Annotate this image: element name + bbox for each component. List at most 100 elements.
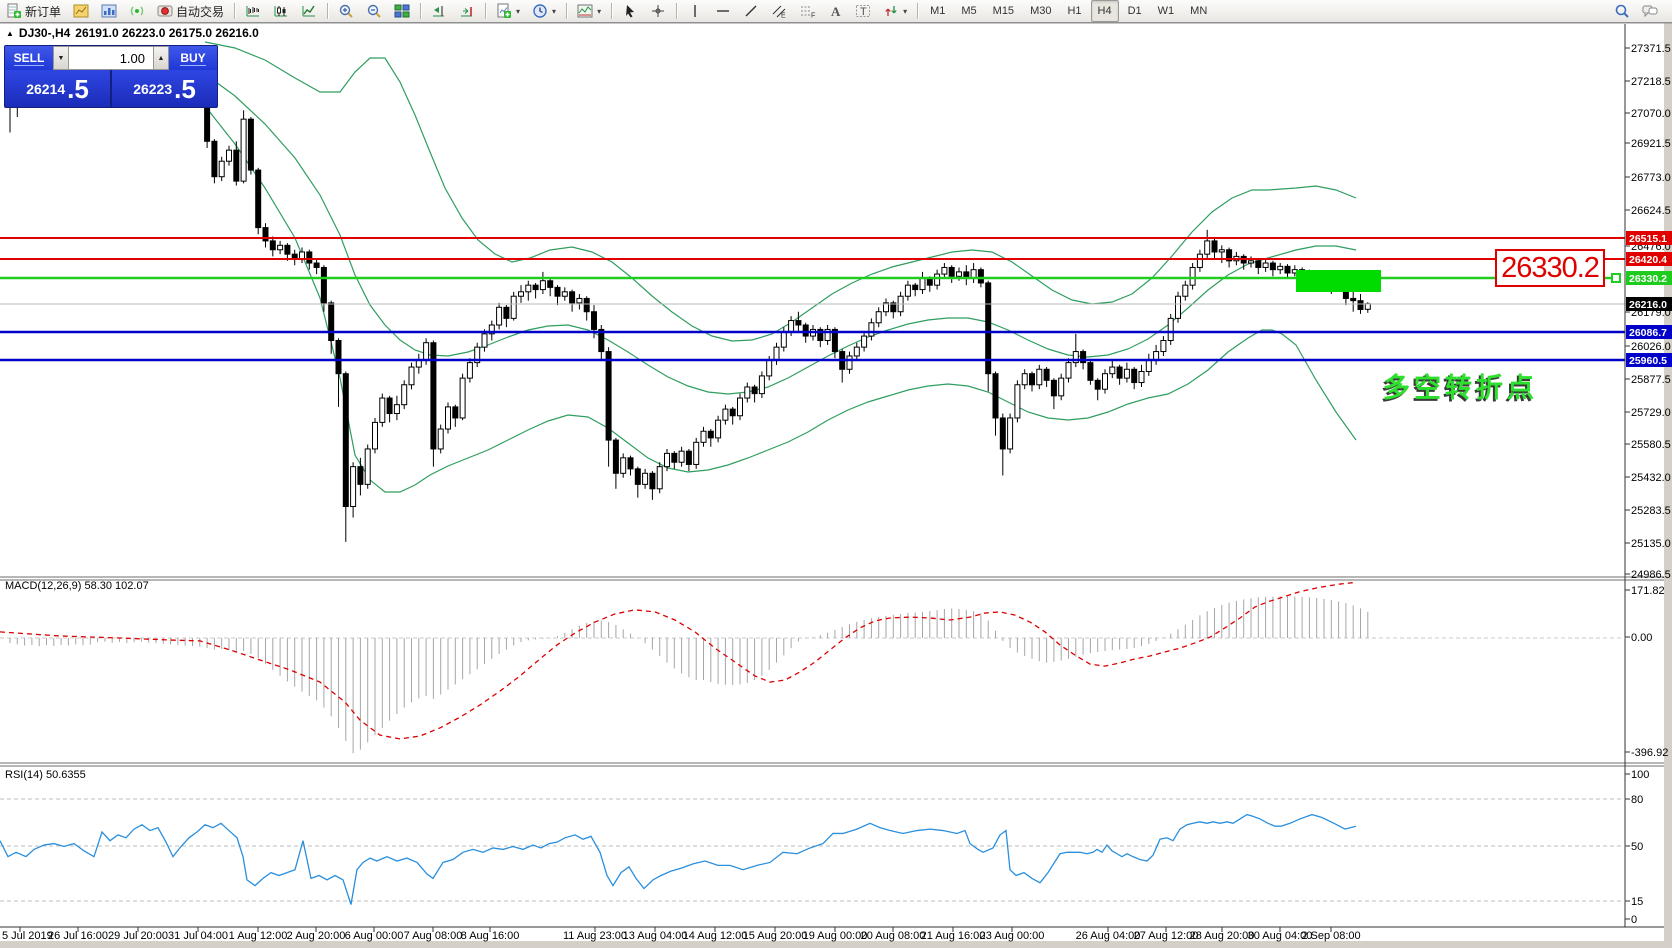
trendline-button[interactable] xyxy=(738,0,764,22)
toolbar-separator xyxy=(917,3,919,19)
zoom-out-icon xyxy=(367,4,381,18)
toolbar-separator xyxy=(420,3,422,19)
price-tag-label: 26086.7 xyxy=(1629,327,1667,339)
trendline-icon xyxy=(745,5,757,17)
price-axis-label: 25877.5 xyxy=(1631,374,1671,386)
rsi-axis-label: 100 xyxy=(1631,769,1649,781)
template-icon xyxy=(577,4,593,18)
timeframe-button-h4[interactable]: H4 xyxy=(1090,0,1119,22)
time-axis-label: 31 Jul 04:00 xyxy=(168,930,228,942)
new-chart-icon xyxy=(497,3,512,18)
market-watch-button[interactable] xyxy=(124,0,150,22)
turning-point-annotation[interactable]: 多空转折点 xyxy=(1383,366,1538,405)
text-button[interactable]: A xyxy=(822,0,848,22)
buy-button[interactable]: BUY xyxy=(169,46,217,70)
time-axis-label: 28 Aug 20:00 xyxy=(1190,930,1255,942)
time-axis-label: 14 Aug 12:00 xyxy=(683,930,748,942)
tile-windows-button[interactable] xyxy=(389,0,415,22)
time-axis-label: 7 Aug 08:00 xyxy=(404,930,463,942)
macd-axis-label: -396.92 xyxy=(1631,747,1668,759)
ohlc-values: 26191.0 26223.0 26175.0 26216.0 xyxy=(75,26,259,40)
chat-icon xyxy=(1642,5,1658,18)
vline-button[interactable] xyxy=(682,0,708,22)
arrows-button[interactable]: ▾ xyxy=(878,0,912,22)
time-axis[interactable]: 5 Jul 201926 Jul 16:00 29 Jul 20:00 31 Jul… xyxy=(2,927,1361,942)
chevron-down-icon: ▾ xyxy=(903,6,908,16)
timeframe-button-h1[interactable]: H1 xyxy=(1060,0,1088,22)
sell-button[interactable]: SELL xyxy=(5,46,53,70)
text-a-icon: A xyxy=(831,4,841,19)
chart-window-button[interactable] xyxy=(68,0,94,22)
new-chart-button[interactable]: ▾ xyxy=(491,0,525,22)
time-axis-label: 13 Aug 04:00 xyxy=(623,930,688,942)
search-icon xyxy=(1615,4,1629,18)
line-chart-button[interactable] xyxy=(296,0,322,22)
shift-end-button[interactable] xyxy=(426,0,452,22)
search-button[interactable] xyxy=(1609,0,1635,22)
fibo-icon: F xyxy=(801,6,815,19)
tile-windows-icon xyxy=(394,4,410,18)
new-order-button[interactable]: 新订单 xyxy=(1,0,66,22)
crosshair-button[interactable] xyxy=(645,0,671,22)
price-axis-label: 26921.5 xyxy=(1631,138,1671,150)
label-button[interactable]: T xyxy=(850,0,876,22)
terminal-window: 27371.5 27218.5 27070.0 26921.5 26773.0 26624… xyxy=(0,0,1672,948)
timeframe-button-d1[interactable]: D1 xyxy=(1121,0,1149,22)
zoom-in-button[interactable] xyxy=(333,0,359,22)
volume-decrease-button[interactable]: ▼ xyxy=(53,46,69,70)
signal-icon xyxy=(130,6,144,16)
time-axis-label: 5 Jul 2019 xyxy=(2,930,53,942)
timeframe-button-m5[interactable]: M5 xyxy=(954,0,983,22)
chart-window-icon xyxy=(73,4,89,18)
text-t-icon: T xyxy=(856,5,871,18)
zoom-out-button[interactable] xyxy=(361,0,387,22)
time-axis-label: 6 Aug 00:00 xyxy=(345,930,404,942)
autotrading-icon xyxy=(157,5,173,17)
timeframe-button-mn[interactable]: MN xyxy=(1183,0,1214,22)
time-axis-label: 26 Aug 04:00 xyxy=(1076,930,1141,942)
chevron-down-icon: ▾ xyxy=(552,6,557,16)
buy-price[interactable]: 26223.5 xyxy=(112,70,217,107)
price-tag-label: 25960.5 xyxy=(1629,355,1667,367)
volume-input[interactable]: 1.00 xyxy=(69,46,153,70)
candle-chart-button[interactable] xyxy=(268,0,294,22)
sell-price[interactable]: 26214.5 xyxy=(5,70,112,107)
profile-button[interactable] xyxy=(96,0,122,22)
fibo-button[interactable]: F xyxy=(794,0,820,22)
time-axis-label: 11 Aug 23:00 xyxy=(563,930,627,942)
templates-button[interactable]: ▾ xyxy=(572,0,606,22)
price-axis-label: 24986.5 xyxy=(1631,569,1671,581)
timeframe-button-m15[interactable]: M15 xyxy=(986,0,1021,22)
periods-button[interactable]: ▾ xyxy=(527,0,561,22)
autotrading-button[interactable]: 自动交易 xyxy=(152,0,229,22)
toolbar: 新订单 自动交易 ▾ ▾ ▾ E F A T ▾ M1 M5 M15 M30 H1 H4 D1 W1 MN xyxy=(0,0,1672,23)
window-edge-bottom xyxy=(0,941,1672,948)
timeframe-button-w1[interactable]: W1 xyxy=(1151,0,1182,22)
timeframe-button-m1[interactable]: M1 xyxy=(923,0,952,22)
autoscroll-icon xyxy=(461,7,473,17)
cursor-button[interactable] xyxy=(617,0,643,22)
symbol-period-label: DJ30-,H4 xyxy=(18,26,71,40)
channel-button[interactable]: E xyxy=(766,0,792,22)
hline-button[interactable] xyxy=(710,0,736,22)
bar-chart-button[interactable] xyxy=(240,0,266,22)
price-level-box-object[interactable]: 26330.2 xyxy=(1495,249,1605,287)
chart-canvas[interactable]: 27371.5 27218.5 27070.0 26921.5 26773.0 26624… xyxy=(0,0,1672,948)
autoscroll-button[interactable] xyxy=(454,0,480,22)
profile-icon xyxy=(101,4,117,18)
rsi-indicator-label: RSI(14) 50.6355 xyxy=(5,769,86,781)
toolbar-separator xyxy=(234,3,236,19)
line-chart-icon xyxy=(302,5,316,17)
chat-button[interactable] xyxy=(1637,0,1663,22)
collapse-arrow-icon[interactable]: ▲ xyxy=(6,29,14,38)
timeframe-button-m30[interactable]: M30 xyxy=(1023,0,1058,22)
price-tag-label: 26216.0 xyxy=(1629,299,1667,311)
new-order-icon xyxy=(7,3,21,18)
highlight-rectangle-object[interactable] xyxy=(1296,270,1381,292)
time-axis-label: 21 Aug 16:00 xyxy=(921,930,986,942)
volume-increase-button[interactable]: ▲ xyxy=(153,46,169,70)
toolbar-separator xyxy=(327,3,329,19)
price-axis-label: 26624.5 xyxy=(1631,205,1671,217)
price-tag-label: 26515.1 xyxy=(1629,233,1667,245)
shift-end-icon xyxy=(433,6,445,17)
